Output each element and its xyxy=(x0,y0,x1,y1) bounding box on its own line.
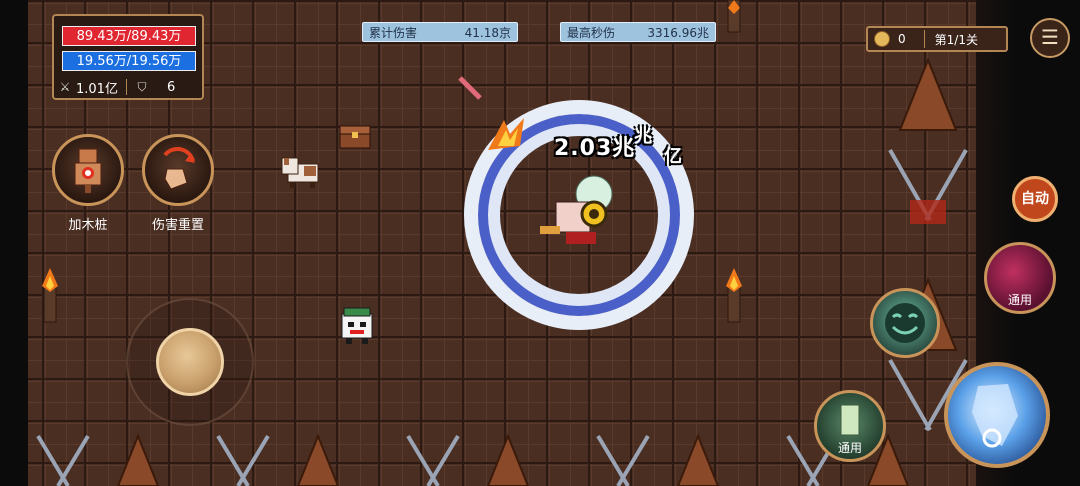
damage-number-back: 兆 xyxy=(634,126,652,147)
total-damage-display: 累计伤害 41.18京 xyxy=(362,22,518,42)
add-dummy-label: 加木桩 xyxy=(68,218,108,233)
torch-icon xyxy=(38,266,62,324)
torch-icon xyxy=(722,266,746,324)
auto-toggle-button[interactable]: 自动 xyxy=(1012,176,1058,222)
reset-hand-icon xyxy=(163,147,195,190)
skill-3-label: 通用 xyxy=(837,441,862,455)
max-dps-display: 最高秒伤 3316.96兆 xyxy=(560,22,716,42)
add-dummy-button[interactable] xyxy=(52,134,124,206)
bone-item-sprite xyxy=(456,74,484,102)
reset-damage-button[interactable] xyxy=(142,134,214,206)
hp-bar: 89.43万/89.43万 xyxy=(62,26,196,46)
skill-1-label: 通用 xyxy=(1007,293,1032,307)
stage-indicator: 第1/1关 xyxy=(934,32,978,47)
menu-button[interactable]: ☰ xyxy=(1030,18,1070,58)
skill-button-3[interactable]: 通用 xyxy=(814,390,886,462)
lion-dance-sprite xyxy=(338,306,376,346)
player-status-panel: 89.43万/89.43万 19.56万/19.56万 ⚔ 1.01亿 ⛉ 6 xyxy=(52,14,204,100)
reset-damage-label: 伤害重置 xyxy=(151,218,204,233)
virtual-joystick-knob[interactable] xyxy=(156,328,224,396)
coin-count: 0 xyxy=(898,32,906,46)
coin-icon xyxy=(874,31,890,47)
training-dummy-icon xyxy=(74,148,102,193)
dog-sprite xyxy=(280,154,324,190)
torch-icon xyxy=(722,0,746,34)
ultimate-skill-button[interactable] xyxy=(944,362,1050,468)
total-damage-value: 41.18京 xyxy=(464,25,511,40)
skill-button-2[interactable] xyxy=(870,288,940,358)
defense-value: 6 xyxy=(166,79,176,95)
max-dps-label: 最高秒伤 xyxy=(567,25,616,40)
attack-defense-row: ⚔ 1.01亿 ⛉ 6 xyxy=(58,76,202,98)
damage-number-main: 2.03兆 xyxy=(554,136,636,161)
max-dps-value: 3316.96兆 xyxy=(647,25,709,40)
damage-number-back: 亿 xyxy=(664,146,682,167)
mp-bar: 19.56万/19.56万 xyxy=(62,51,196,71)
currency-stage-panel: 0 第1/1关 xyxy=(866,26,1008,52)
attack-value: 1.01亿 xyxy=(76,81,118,97)
sword-icon: ⚔ xyxy=(59,80,71,94)
treasure-chest-sprite xyxy=(338,118,372,150)
menu-list-icon: ☰ xyxy=(1041,25,1059,49)
divider xyxy=(923,30,925,48)
divider xyxy=(125,79,127,95)
fire-effect-sprite xyxy=(484,116,530,152)
lightning-warrior-icon xyxy=(972,384,1018,448)
smile-face-icon xyxy=(885,303,925,343)
left-border xyxy=(0,0,28,486)
skill-button-1[interactable]: 通用 xyxy=(984,242,1056,314)
player-character-sprite xyxy=(536,172,632,252)
total-damage-label: 累计伤害 xyxy=(369,25,418,40)
shield-icon: ⛉ xyxy=(137,80,147,94)
